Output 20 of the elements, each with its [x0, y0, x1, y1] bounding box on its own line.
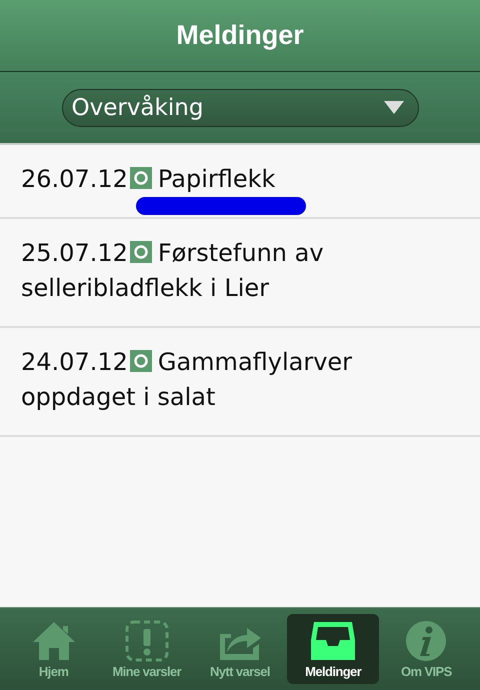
- status-icon: [130, 167, 152, 189]
- message-row[interactable]: 25.07.12 Førstefunn av selleribladflekk i Lier: [0, 219, 480, 328]
- status-icon: [130, 241, 152, 263]
- message-text: 25.07.12 Førstefunn av selleribladflekk i Lier: [21, 238, 325, 304]
- tab[interactable]: Om VIPS: [380, 614, 472, 684]
- alert-icon: [124, 620, 170, 662]
- dropdown-caret-icon: [384, 100, 404, 114]
- status-icon: [130, 350, 152, 372]
- message-text: 26.07.12 Papirflekk: [21, 164, 276, 195]
- message-row[interactable]: 24.07.12 Gammaflylarver oppdaget i salat: [0, 328, 480, 437]
- page-title: Meldinger: [176, 20, 304, 51]
- inbox-icon: [310, 620, 356, 662]
- category-dropdown[interactable]: Overvåking: [62, 88, 418, 126]
- tab[interactable]: Nytt varsel: [194, 614, 286, 684]
- tab[interactable]: Mine varsler: [100, 614, 193, 684]
- home-icon: [30, 620, 77, 662]
- tab[interactable]: Meldinger: [287, 614, 380, 684]
- tab[interactable]: Hjem: [8, 614, 100, 684]
- message-row[interactable]: 26.07.12 Papirflekk: [0, 145, 480, 219]
- message-text: 24.07.12 Gammaflylarver oppdaget i salat: [21, 347, 354, 413]
